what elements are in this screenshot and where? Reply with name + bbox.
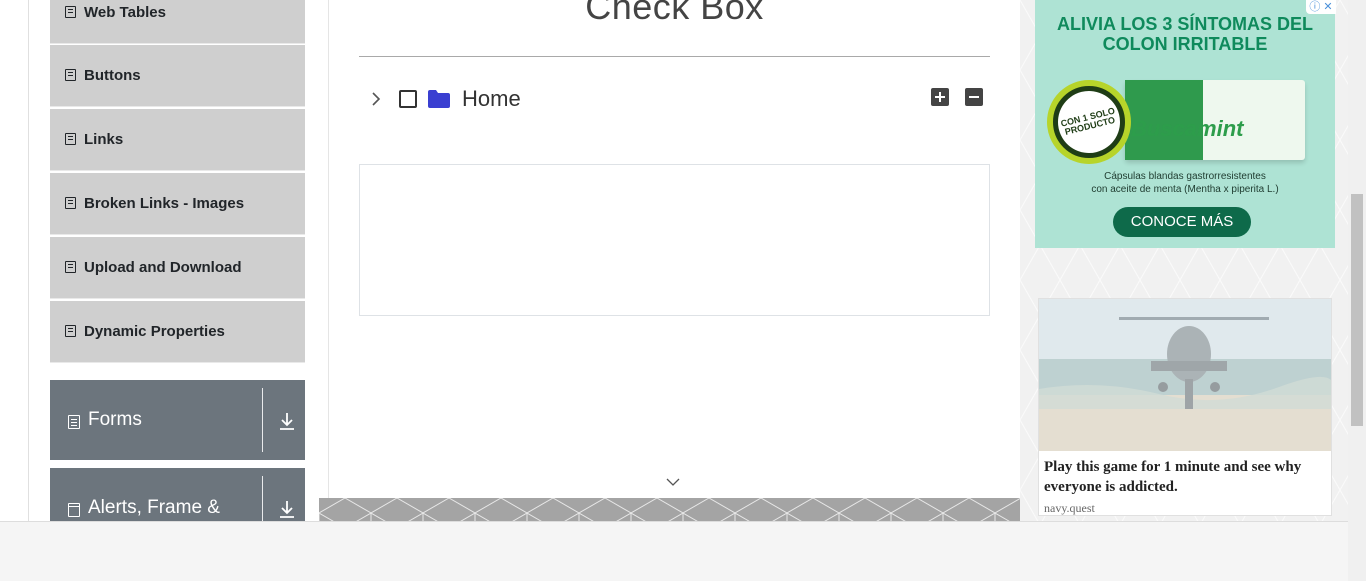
title-divider [359, 56, 990, 57]
download-icon[interactable] [278, 411, 296, 431]
sidebar-item-label: Upload and Download [84, 259, 242, 276]
group-divider [262, 388, 263, 452]
ad-caption[interactable]: Play this game for 1 minute and see why … [1044, 457, 1328, 497]
ad-subtitle-line: con aceite de menta (Mentha x piperita L… [1091, 184, 1279, 195]
list-icon [65, 132, 76, 145]
left-divider [28, 0, 29, 521]
form-icon [68, 415, 80, 429]
sidebar-item-web-tables[interactable]: Web Tables [50, 0, 305, 44]
sidebar-item-label: Dynamic Properties [84, 323, 225, 340]
sidebar-item-label: Buttons [84, 67, 141, 84]
ad-source: navy.quest [1044, 501, 1095, 515]
page-title: Check Box [585, 0, 764, 27]
seal-text: CON 1 SOLO PRODUCTO [1051, 84, 1127, 160]
seal-badge: CON 1 SOLO PRODUCTO [1047, 80, 1131, 164]
ad-subtitle-line: Cápsulas blandas gastrorresistentes [1104, 171, 1266, 182]
adchoices-icon[interactable]: ⓘ ✕ [1306, 0, 1336, 14]
sidebar-item-broken-links[interactable]: Broken Links - Images [50, 173, 305, 235]
top-ad-banner[interactable]: ALIVIA LOS 3 SÍNTOMAS DEL COLON IRRITABL… [1035, 0, 1335, 248]
sidebar-item-label: Links [84, 131, 124, 148]
native-ad-card[interactable]: Play this game for 1 minute and see why … [1038, 298, 1332, 516]
scroll-thumb[interactable] [1351, 194, 1363, 426]
helicopter-beach-image [1039, 299, 1331, 451]
sidebar-item-links[interactable]: Links [50, 109, 305, 171]
folder-icon [428, 90, 450, 108]
ad-brand: Buscamint [1131, 116, 1244, 141]
sidebar-item-label: Web Tables [84, 4, 166, 21]
expand-all-button[interactable] [931, 88, 949, 106]
result-panel [359, 164, 990, 316]
sidebar-item-buttons[interactable]: Buttons [50, 45, 305, 107]
bottom-bar [0, 521, 1348, 581]
chevron-down-icon [666, 478, 680, 486]
main-divider [328, 0, 329, 521]
tree-node-home: Home [366, 84, 521, 114]
ad-headline: ALIVIA LOS 3 SÍNTOMAS DEL COLON IRRITABL… [1056, 14, 1314, 54]
group-label: Forms [88, 409, 142, 430]
list-icon [65, 324, 76, 337]
ad-subtitle: Cápsulas blandas gastrorresistentes con … [1035, 170, 1335, 196]
collapse-all-button[interactable] [965, 88, 983, 106]
sidebar-item-dynamic-properties[interactable]: Dynamic Properties [50, 301, 305, 363]
list-icon [65, 260, 76, 273]
page: Web Tables Buttons Links Broken Links - … [0, 0, 1366, 581]
tree-label-home[interactable]: Home [462, 86, 521, 112]
group-label: Alerts, Frame & [88, 497, 220, 518]
sidebar-item-label: Broken Links - Images [84, 195, 245, 212]
chevron-right-icon[interactable] [366, 89, 386, 109]
download-icon[interactable] [278, 499, 296, 519]
sidebar-group-forms[interactable]: Forms [50, 380, 305, 460]
ad-cta-button[interactable]: CONOCE MÁS [1113, 207, 1251, 237]
home-checkbox[interactable] [399, 90, 417, 108]
sidebar-item-upload-download[interactable]: Upload and Download [50, 237, 305, 299]
list-icon [65, 5, 76, 18]
list-icon [65, 68, 76, 81]
window-icon [68, 503, 80, 517]
page-scrollbar[interactable] [1348, 0, 1366, 581]
list-icon [65, 196, 76, 209]
